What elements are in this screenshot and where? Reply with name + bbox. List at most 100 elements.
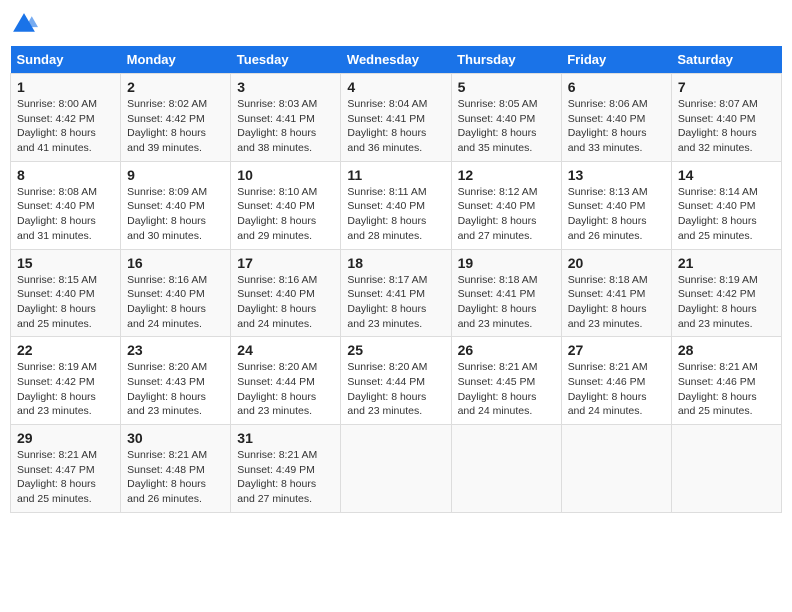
sunrise-label: Sunrise: (127, 98, 168, 110)
logo (10, 10, 42, 38)
daylight-label: Daylight: 8 hours and 30 minutes. (127, 215, 206, 242)
sunrise-time: 8:19 AM (719, 274, 758, 286)
sunset-label: Sunset: (237, 288, 276, 300)
sunrise-label: Sunrise: (568, 361, 609, 373)
sunset-label: Sunset: (458, 288, 497, 300)
sunrise-label: Sunrise: (347, 98, 388, 110)
sunrise-time: 8:00 AM (58, 98, 97, 110)
day-info: Sunrise: 8:18 AM Sunset: 4:41 PM Dayligh… (458, 273, 555, 332)
sunset-label: Sunset: (678, 113, 717, 125)
calendar-cell: 15 Sunrise: 8:15 AM Sunset: 4:40 PM Dayl… (11, 249, 121, 337)
day-info: Sunrise: 8:20 AM Sunset: 4:44 PM Dayligh… (347, 360, 444, 419)
sunrise-label: Sunrise: (568, 274, 609, 286)
day-number: 2 (127, 79, 224, 95)
sunset-label: Sunset: (347, 376, 386, 388)
day-info: Sunrise: 8:03 AM Sunset: 4:41 PM Dayligh… (237, 97, 334, 156)
daylight-label: Daylight: 8 hours and 26 minutes. (127, 478, 206, 505)
day-number: 12 (458, 167, 555, 183)
sunset-time: 4:40 PM (716, 113, 755, 125)
day-info: Sunrise: 8:20 AM Sunset: 4:43 PM Dayligh… (127, 360, 224, 419)
day-info: Sunrise: 8:15 AM Sunset: 4:40 PM Dayligh… (17, 273, 114, 332)
day-info: Sunrise: 8:21 AM Sunset: 4:45 PM Dayligh… (458, 360, 555, 419)
calendar-cell: 17 Sunrise: 8:16 AM Sunset: 4:40 PM Dayl… (231, 249, 341, 337)
day-info: Sunrise: 8:14 AM Sunset: 4:40 PM Dayligh… (678, 185, 775, 244)
sunset-label: Sunset: (127, 376, 166, 388)
calendar-day-header: Friday (561, 46, 671, 74)
day-number: 26 (458, 342, 555, 358)
sunrise-label: Sunrise: (237, 449, 278, 461)
day-info: Sunrise: 8:21 AM Sunset: 4:46 PM Dayligh… (678, 360, 775, 419)
day-number: 21 (678, 255, 775, 271)
sunset-time: 4:49 PM (276, 464, 315, 476)
calendar-week-row: 29 Sunrise: 8:21 AM Sunset: 4:47 PM Dayl… (11, 425, 782, 513)
day-info: Sunrise: 8:19 AM Sunset: 4:42 PM Dayligh… (678, 273, 775, 332)
sunrise-time: 8:10 AM (279, 186, 318, 198)
calendar-week-row: 8 Sunrise: 8:08 AM Sunset: 4:40 PM Dayli… (11, 161, 782, 249)
day-info: Sunrise: 8:16 AM Sunset: 4:40 PM Dayligh… (237, 273, 334, 332)
calendar-day-header: Tuesday (231, 46, 341, 74)
sunset-time: 4:47 PM (56, 464, 95, 476)
sunset-label: Sunset: (127, 200, 166, 212)
day-number: 4 (347, 79, 444, 95)
daylight-label: Daylight: 8 hours and 24 minutes. (568, 391, 647, 418)
sunset-label: Sunset: (237, 200, 276, 212)
sunrise-time: 8:05 AM (499, 98, 538, 110)
sunset-time: 4:40 PM (166, 200, 205, 212)
day-info: Sunrise: 8:19 AM Sunset: 4:42 PM Dayligh… (17, 360, 114, 419)
day-number: 25 (347, 342, 444, 358)
calendar-day-header: Thursday (451, 46, 561, 74)
sunrise-label: Sunrise: (678, 274, 719, 286)
daylight-label: Daylight: 8 hours and 23 minutes. (237, 391, 316, 418)
daylight-label: Daylight: 8 hours and 23 minutes. (458, 303, 537, 330)
sunrise-time: 8:21 AM (279, 449, 318, 461)
calendar-day-header: Monday (121, 46, 231, 74)
daylight-label: Daylight: 8 hours and 23 minutes. (568, 303, 647, 330)
daylight-label: Daylight: 8 hours and 32 minutes. (678, 127, 757, 154)
day-number: 22 (17, 342, 114, 358)
sunrise-time: 8:02 AM (169, 98, 208, 110)
calendar-body: 1 Sunrise: 8:00 AM Sunset: 4:42 PM Dayli… (11, 74, 782, 513)
sunrise-label: Sunrise: (568, 186, 609, 198)
sunset-label: Sunset: (17, 113, 56, 125)
sunset-time: 4:48 PM (166, 464, 205, 476)
daylight-label: Daylight: 8 hours and 35 minutes. (458, 127, 537, 154)
sunrise-label: Sunrise: (237, 98, 278, 110)
sunrise-time: 8:18 AM (499, 274, 538, 286)
sunset-label: Sunset: (17, 200, 56, 212)
calendar-day-header: Saturday (671, 46, 781, 74)
day-number: 16 (127, 255, 224, 271)
day-number: 19 (458, 255, 555, 271)
sunset-label: Sunset: (678, 376, 717, 388)
sunset-label: Sunset: (678, 200, 717, 212)
day-number: 15 (17, 255, 114, 271)
calendar-cell: 6 Sunrise: 8:06 AM Sunset: 4:40 PM Dayli… (561, 74, 671, 162)
calendar-cell: 14 Sunrise: 8:14 AM Sunset: 4:40 PM Dayl… (671, 161, 781, 249)
calendar-table: SundayMondayTuesdayWednesdayThursdayFrid… (10, 46, 782, 513)
daylight-label: Daylight: 8 hours and 23 minutes. (17, 391, 96, 418)
sunset-label: Sunset: (237, 464, 276, 476)
calendar-day-header: Sunday (11, 46, 121, 74)
sunset-time: 4:41 PM (496, 288, 535, 300)
sunset-time: 4:40 PM (166, 288, 205, 300)
day-info: Sunrise: 8:00 AM Sunset: 4:42 PM Dayligh… (17, 97, 114, 156)
daylight-label: Daylight: 8 hours and 23 minutes. (347, 303, 426, 330)
sunset-label: Sunset: (17, 376, 56, 388)
sunrise-label: Sunrise: (458, 274, 499, 286)
calendar-cell: 8 Sunrise: 8:08 AM Sunset: 4:40 PM Dayli… (11, 161, 121, 249)
calendar-cell: 7 Sunrise: 8:07 AM Sunset: 4:40 PM Dayli… (671, 74, 781, 162)
daylight-label: Daylight: 8 hours and 38 minutes. (237, 127, 316, 154)
day-number: 23 (127, 342, 224, 358)
day-number: 11 (347, 167, 444, 183)
sunset-label: Sunset: (458, 200, 497, 212)
sunset-time: 4:40 PM (56, 200, 95, 212)
sunset-time: 4:44 PM (386, 376, 425, 388)
sunset-label: Sunset: (237, 113, 276, 125)
sunset-time: 4:40 PM (496, 113, 535, 125)
calendar-cell (561, 425, 671, 513)
calendar-week-row: 1 Sunrise: 8:00 AM Sunset: 4:42 PM Dayli… (11, 74, 782, 162)
sunset-label: Sunset: (568, 113, 607, 125)
calendar-cell: 25 Sunrise: 8:20 AM Sunset: 4:44 PM Dayl… (341, 337, 451, 425)
calendar-cell: 20 Sunrise: 8:18 AM Sunset: 4:41 PM Dayl… (561, 249, 671, 337)
day-number: 27 (568, 342, 665, 358)
sunrise-label: Sunrise: (458, 361, 499, 373)
